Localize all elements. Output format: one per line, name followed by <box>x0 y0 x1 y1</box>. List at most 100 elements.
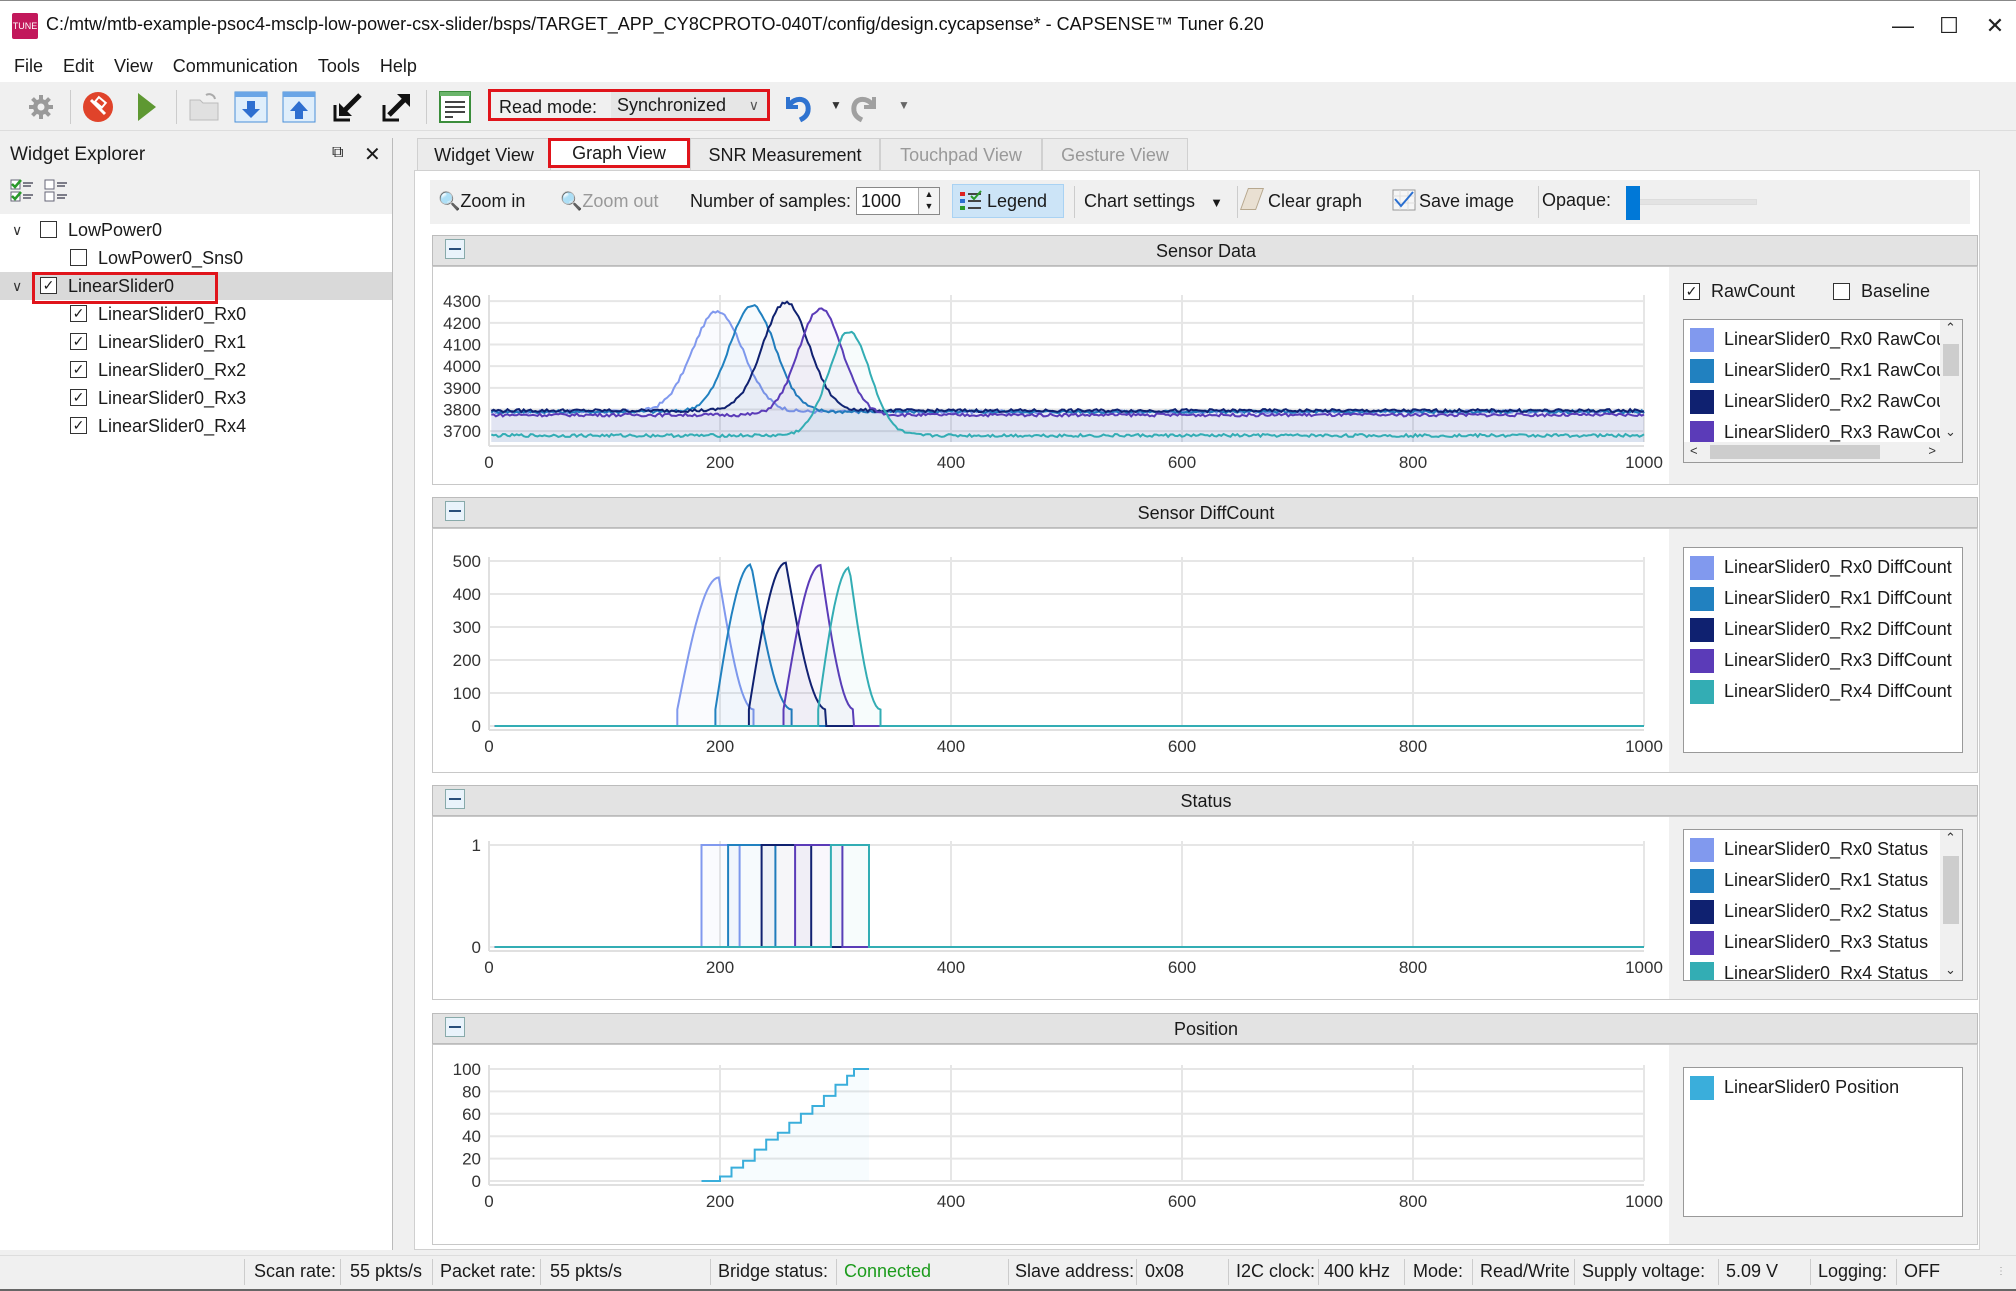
x-tick-label: 600 <box>1168 737 1196 756</box>
collapse-icon[interactable] <box>445 501 465 521</box>
zoom-in-button[interactable]: 🔍Zoom in <box>438 188 525 214</box>
undo-icon[interactable] <box>780 90 814 124</box>
tree-item[interactable]: ∨ LowPower0 <box>0 216 392 244</box>
write-to-device-icon[interactable] <box>282 90 316 124</box>
tree-checkbox[interactable] <box>70 249 87 266</box>
redo-icon[interactable] <box>848 90 882 124</box>
tree-checkbox[interactable]: ✓ <box>70 417 87 434</box>
scroll-up-icon[interactable]: ⌃ <box>1945 320 1956 336</box>
graph-toolbar: 🔍Zoom in 🔍Zoom out Number of samples: 10… <box>430 180 1970 224</box>
scrollbar-thumb[interactable] <box>1710 445 1880 459</box>
y-tick-label: 4300 <box>443 292 481 311</box>
close-panel-icon[interactable]: ✕ <box>364 142 381 167</box>
scroll-down-icon[interactable]: ⌄ <box>1945 424 1956 440</box>
tree-checkbox[interactable] <box>40 221 57 238</box>
tab-graph-view[interactable]: Graph View <box>548 138 690 168</box>
tree-item[interactable]: LowPower0_Sns0 <box>0 244 392 272</box>
scroll-down-icon[interactable]: ⌄ <box>1945 962 1956 978</box>
tab-touchpad-view[interactable]: Touchpad View <box>880 138 1042 170</box>
samples-stepper[interactable]: ▲ ▼ <box>918 188 939 214</box>
opaque-slider-thumb[interactable] <box>1626 186 1640 220</box>
log-icon[interactable] <box>438 90 472 124</box>
rawcount-checkbox[interactable]: ✓ <box>1683 283 1700 300</box>
supply-voltage-label: Supply voltage: <box>1582 1261 1706 1281</box>
menu-communication[interactable]: Communication <box>163 50 308 78</box>
menu-file[interactable]: File <box>0 50 53 78</box>
check-all-icon[interactable] <box>10 178 36 209</box>
baseline-checkbox[interactable] <box>1833 283 1850 300</box>
menu-tools[interactable]: Tools <box>308 50 370 78</box>
tree-item[interactable]: ✓ LinearSlider0_Rx3 <box>0 384 392 412</box>
resize-grip-icon[interactable]: ⋮ <box>1996 1266 2006 1277</box>
legend-label: LinearSlider0_Rx1 Status <box>1724 870 1929 890</box>
expand-chevron-icon[interactable]: ∨ <box>12 272 22 300</box>
chart-settings-button[interactable]: Chart settings ▼ <box>1084 188 1223 216</box>
legend-swatch <box>1690 618 1714 642</box>
legend-vertical-scrollbar[interactable]: ⌃ ⌄ <box>1940 830 1962 980</box>
status-panel: Status 0 1 0 200 400 600 800 1000 LinearSlider0… <box>432 785 1978 1000</box>
collapse-icon[interactable] <box>445 789 465 809</box>
i2c-clock-label: I2C clock: <box>1236 1261 1316 1281</box>
scrollbar-thumb[interactable] <box>1943 344 1959 376</box>
read-mode-select[interactable]: Synchronized ∨ <box>611 92 767 118</box>
panel-header: Sensor DiffCount <box>432 497 1978 528</box>
export-icon[interactable] <box>380 90 414 124</box>
legend-toggle-button[interactable]: Legend <box>952 184 1064 218</box>
x-tick-label: 1000 <box>1625 737 1663 756</box>
tab-widget-view[interactable]: Widget View <box>417 138 551 170</box>
disconnect-icon[interactable] <box>81 90 115 124</box>
tree-item[interactable]: ✓ LinearSlider0_Rx2 <box>0 356 392 384</box>
tree-item-label: LinearSlider0_Rx1 <box>98 332 247 352</box>
float-panel-icon[interactable]: ⧉ <box>332 144 343 162</box>
legend-swatch <box>1690 931 1714 955</box>
gear-icon[interactable] <box>24 90 58 124</box>
tree-checkbox[interactable]: ✓ <box>70 305 87 322</box>
zoom-out-button[interactable]: 🔍Zoom out <box>560 188 658 214</box>
undo-dropdown-icon[interactable]: ▼ <box>830 98 842 112</box>
menu-help[interactable]: Help <box>370 50 427 78</box>
scroll-right-icon[interactable]: > <box>1928 443 1936 458</box>
legend-vertical-scrollbar[interactable]: ⌃ ⌄ <box>1940 320 1962 442</box>
tab-gesture-view[interactable]: Gesture View <box>1042 138 1188 170</box>
samples-input[interactable]: 1000 ▲ ▼ <box>856 187 940 215</box>
clear-graph-button[interactable]: Clear graph <box>1239 188 1363 214</box>
i2c-clock-value: 400 kHz <box>1324 1261 1391 1281</box>
tree-checkbox[interactable]: ✓ <box>70 361 87 378</box>
menu-edit[interactable]: Edit <box>53 50 104 78</box>
tree-item[interactable]: ✓ LinearSlider0_Rx4 <box>0 412 392 440</box>
opaque-label: Opaque: <box>1542 190 1612 210</box>
clear-graph-label: Clear graph <box>1268 191 1363 211</box>
start-icon[interactable] <box>130 90 164 124</box>
legend-horizontal-scrollbar[interactable]: < > <box>1684 442 1962 462</box>
expand-chevron-icon[interactable]: ∨ <box>12 216 22 244</box>
import-icon[interactable] <box>331 90 365 124</box>
minimize-button[interactable]: — <box>1880 9 1926 43</box>
panel-title: Sensor Data <box>1155 241 1257 261</box>
tree-item[interactable]: ✓ LinearSlider0_Rx1 <box>0 328 392 356</box>
tree-checkbox[interactable]: ✓ <box>70 389 87 406</box>
collapse-icon[interactable] <box>445 1017 465 1037</box>
chart-settings-label: Chart settings <box>1084 191 1196 211</box>
save-image-button[interactable]: Save image <box>1392 188 1514 218</box>
redo-dropdown-icon[interactable]: ▼ <box>898 98 910 112</box>
status-separator <box>1008 1259 1009 1285</box>
tree-item[interactable]: ∨ ✓ LinearSlider0 <box>0 272 392 300</box>
scrollbar-thumb[interactable] <box>1943 856 1959 924</box>
tree-item[interactable]: ✓ LinearSlider0_Rx0 <box>0 300 392 328</box>
close-button[interactable]: ✕ <box>1972 9 2016 43</box>
x-tick-label: 600 <box>1168 1192 1196 1211</box>
scroll-up-icon[interactable]: ⌃ <box>1945 830 1956 846</box>
maximize-button[interactable]: ☐ <box>1926 9 1972 43</box>
status-separator <box>1896 1259 1897 1285</box>
read-from-device-icon[interactable] <box>234 90 268 124</box>
slave-address-value: 0x08 <box>1145 1261 1185 1281</box>
menu-view[interactable]: View <box>104 50 163 78</box>
tab-snr-measurement[interactable]: SNR Measurement <box>690 138 880 170</box>
tree-checkbox[interactable]: ✓ <box>40 277 57 294</box>
scroll-left-icon[interactable]: < <box>1690 443 1698 458</box>
open-folder-icon[interactable] <box>187 90 221 124</box>
uncheck-all-icon[interactable] <box>44 178 70 209</box>
collapse-icon[interactable] <box>445 239 465 259</box>
opaque-slider-track[interactable] <box>1630 199 1757 205</box>
tree-checkbox[interactable]: ✓ <box>70 333 87 350</box>
